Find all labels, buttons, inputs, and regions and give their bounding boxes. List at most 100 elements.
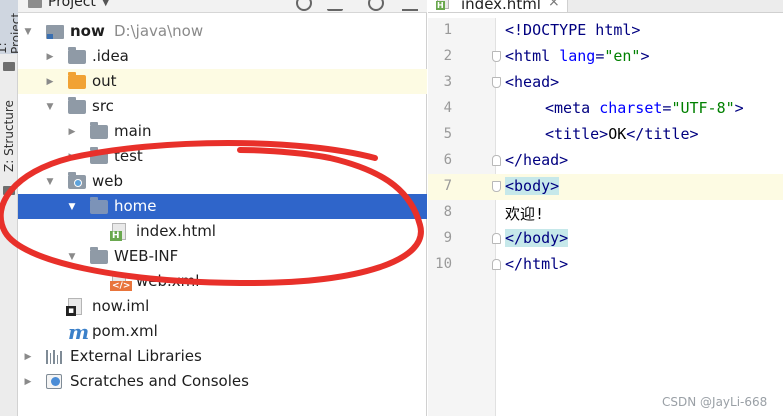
html-file-icon: H [436,0,449,10]
code-token: <head> [505,73,560,91]
tree-item-idea[interactable]: ▶ .idea [18,44,427,69]
web-folder-icon [68,174,86,189]
code-line[interactable]: 6 </head> [428,148,783,174]
code-text: <title>OK</title> [545,125,699,143]
tree-item-main[interactable]: ▶ main [18,119,427,144]
collapse-arrow-icon[interactable]: ▶ [44,76,56,88]
fold-marker-icon[interactable] [492,155,501,166]
fold-marker-icon[interactable] [492,233,501,244]
line-number: 10 [435,256,452,272]
tree-item-web-inf[interactable]: ▼ WEB-INF [18,244,427,269]
code-token: "en" [604,47,641,65]
folder-icon [68,49,86,64]
tree-item-home[interactable]: ▼ home [18,194,427,219]
editor-tab-label: index.html [461,0,541,13]
collapse-arrow-icon[interactable]: ▶ [22,351,34,363]
expand-arrow-icon[interactable]: ▼ [44,101,56,113]
collapse-all-icon[interactable] [327,0,343,11]
tree-item-label: main [114,122,152,140]
fold-marker-icon[interactable] [492,259,501,270]
tree-item-external-libraries[interactable]: ▶ External Libraries [18,344,427,369]
collapse-arrow-icon[interactable]: ▶ [66,151,78,163]
tree-item-label: out [92,72,117,90]
gear-icon[interactable] [368,0,384,11]
code-line[interactable]: 3 <head> [428,70,783,96]
structure-tool-tab-label: Z: Structure [2,100,16,172]
tree-item-test[interactable]: ▶ test [18,144,427,169]
code-text: <meta charset="UTF-8"> [545,99,744,117]
collapse-arrow-icon[interactable]: ▶ [66,126,78,138]
code-token: </body> [505,229,569,247]
tool-window-strip: 1: Project Z: Structure [0,0,23,416]
code-line[interactable]: 9 </body> [428,226,783,252]
locate-file-icon[interactable] [296,0,312,11]
maven-icon: m [68,319,90,344]
collapse-arrow-icon[interactable]: ▶ [44,51,56,63]
code-line[interactable]: 4 <meta charset="UTF-8"> [428,96,783,122]
code-text: <html lang="en"> [505,47,650,65]
close-icon[interactable]: × [548,0,560,10]
code-text: 欢迎! [505,203,544,224]
tree-item-scratches-and-consoles[interactable]: ▶ Scratches and Consoles [18,369,427,394]
project-panel-title: Project [48,0,96,10]
tree-item-out[interactable]: ▶ out [18,69,427,94]
line-number: 8 [443,204,452,220]
tree-item-web-xml[interactable]: </> web.xml [18,269,427,294]
code-token: </title> [626,125,699,143]
folder-icon [90,124,108,139]
tree-item-label: src [92,97,114,115]
line-number: 9 [443,230,452,246]
expand-arrow-icon[interactable]: ▼ [44,176,56,188]
folder-icon [3,62,15,71]
module-folder-icon [46,24,64,39]
structure-tool-tab[interactable]: Z: Structure [0,92,18,180]
tree-item-index-html[interactable]: Hindex.html [18,219,427,244]
code-line[interactable]: 2 <html lang="en"> [428,44,783,70]
fold-marker-icon[interactable] [492,181,501,192]
tree-item-label: test [114,147,143,165]
line-number: 3 [443,74,452,90]
code-token: lang [559,47,596,65]
expand-arrow-icon[interactable]: ▼ [22,26,34,38]
line-number: 4 [443,100,452,116]
code-line[interactable]: 10 </html> [428,252,783,278]
tree-item-pom-xml[interactable]: m pom.xml [18,319,427,344]
tree-item-now[interactable]: ▼ now D:\java\now [18,19,427,44]
tree-item-label: web [92,172,124,190]
project-view-selector[interactable]: Project ▼ [28,0,110,10]
code-token: <meta [545,99,600,117]
editor-tab-index-html[interactable]: H index.html × [428,0,568,13]
line-number: 6 [443,152,452,168]
tree-item-src[interactable]: ▼ src [18,94,427,119]
code-line[interactable]: 1 <!DOCTYPE html> [428,18,783,44]
code-editor[interactable]: 1 <!DOCTYPE html> 2 <html lang="en"> 3 <head>… [428,18,783,278]
folder-icon [90,149,108,164]
code-token: </html> [505,255,569,273]
expand-arrow-icon[interactable]: ▼ [66,251,78,263]
tree-item-now-iml[interactable]: ▪ now.iml [18,294,427,319]
code-line[interactable]: 8 欢迎! [428,200,783,226]
code-line[interactable]: 5 <title>OK</title> [428,122,783,148]
tree-item-label: Scratches and Consoles [70,372,249,390]
code-line[interactable]: 7 <body> [428,174,783,200]
code-text: </html> [505,255,568,273]
code-token: charset [599,99,663,117]
tree-item-web[interactable]: ▼ web [18,169,427,194]
project-tool-tab[interactable]: 1: Project [0,0,23,54]
fold-marker-icon[interactable] [492,77,501,88]
expand-arrow-icon[interactable]: ▼ [66,201,78,213]
hide-panel-icon[interactable] [402,0,418,11]
tree-item-path: D:\java\now [114,22,204,40]
collapse-arrow-icon[interactable]: ▶ [22,376,34,388]
tree-item-label: now.iml [92,297,150,315]
tree-item-label: now [70,22,105,40]
code-token: = [595,47,605,65]
tree-item-label: pom.xml [92,322,158,340]
code-token: <title> [545,125,609,143]
project-panel-header: Project ▼ [18,0,427,13]
line-number: 5 [443,126,452,142]
libraries-icon [46,349,62,364]
code-token: > [640,47,650,65]
fold-marker-icon[interactable] [492,51,501,62]
folder-icon [68,99,86,114]
